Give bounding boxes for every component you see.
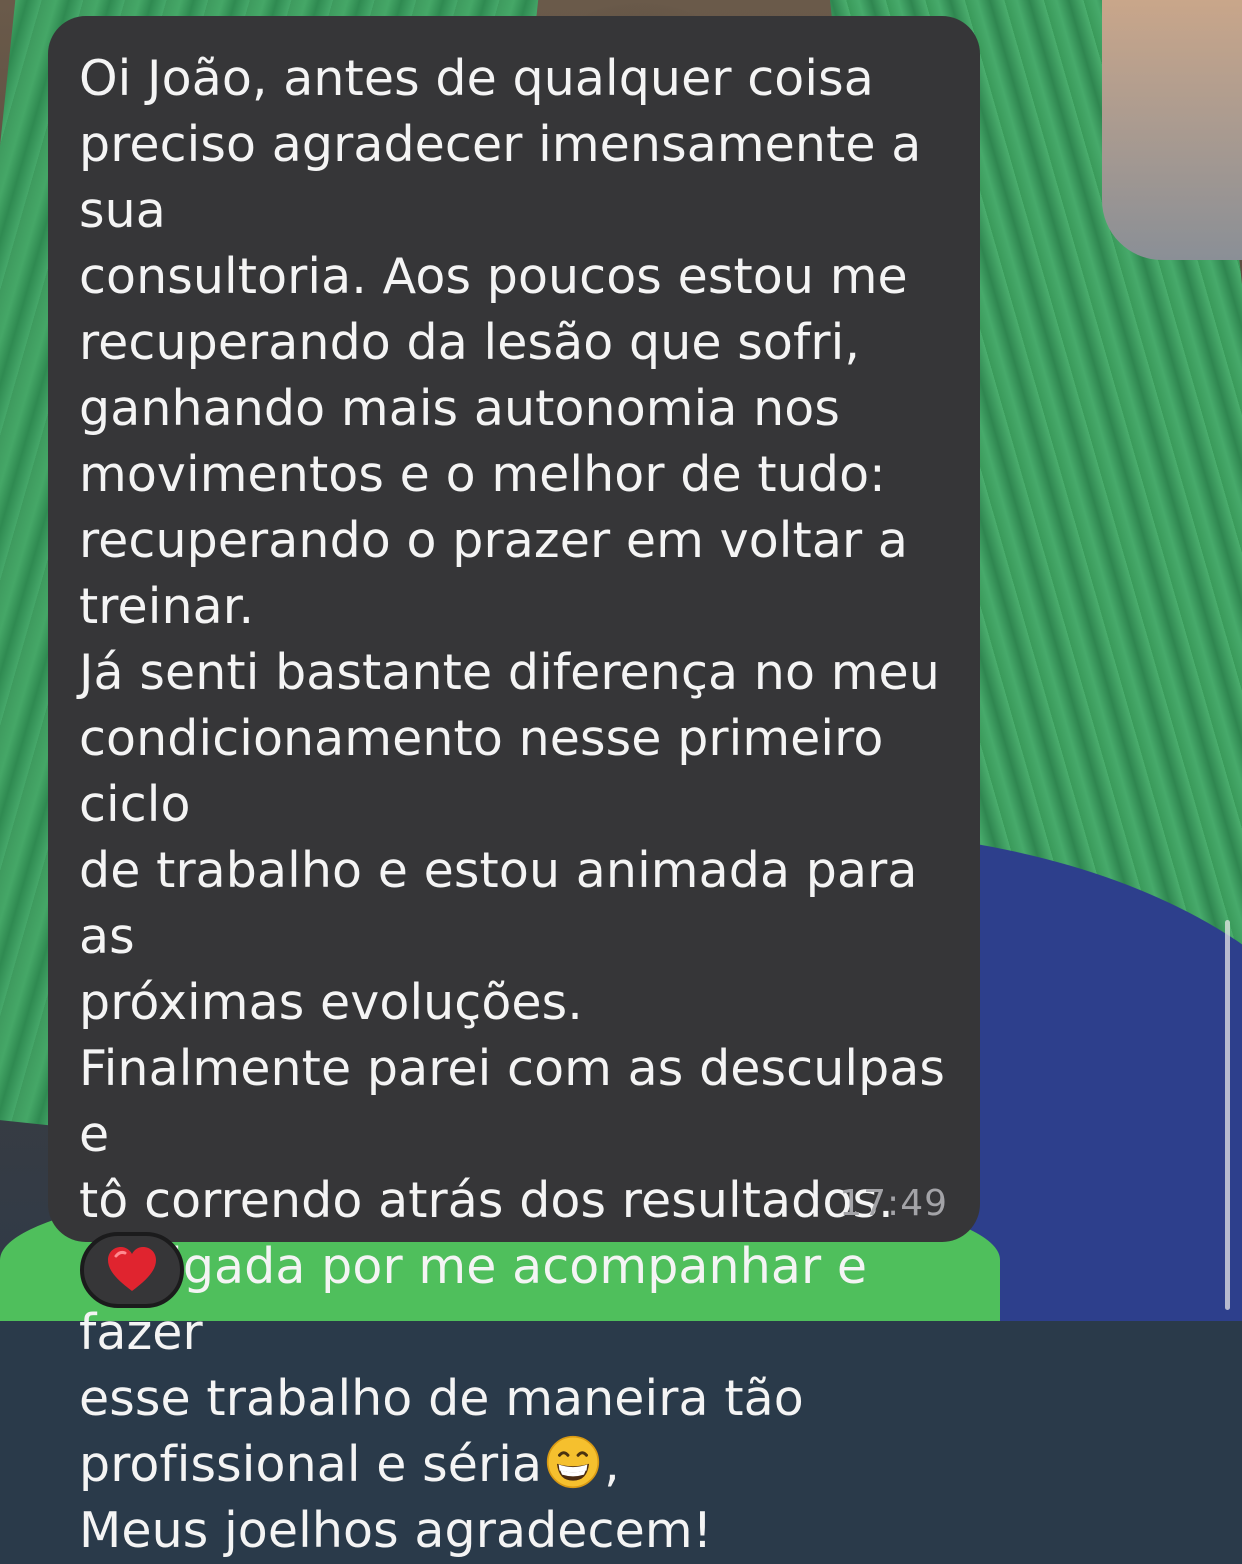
message-timestamp: 17:49 bbox=[839, 1183, 948, 1224]
message-line: condicionamento nesse primeiro ciclo bbox=[79, 710, 884, 833]
reaction-badge[interactable] bbox=[80, 1232, 184, 1308]
grinning-face-emoji-icon bbox=[546, 1435, 600, 1489]
message-line: preciso agradecer imensamente a sua bbox=[79, 116, 922, 239]
message-line: Oi João, antes de qualquer coisa bbox=[79, 50, 874, 107]
message-line: recuperando o prazer em voltar a bbox=[79, 512, 908, 569]
message-bubble[interactable]: Oi João, antes de qualquer coisa preciso… bbox=[48, 16, 980, 1559]
message-line: Meus joelhos agradecem! bbox=[79, 1502, 713, 1559]
wallpaper-background-person bbox=[1102, 0, 1242, 260]
message-line: próximas evoluções. bbox=[79, 974, 583, 1031]
message-line: recuperando da lesão que sofri, bbox=[79, 314, 860, 371]
message-line: movimentos e o melhor de tudo: bbox=[79, 446, 886, 503]
scroll-indicator[interactable] bbox=[1225, 920, 1230, 1310]
message-line: treinar. bbox=[79, 578, 255, 635]
message-line: Já senti bastante diferença no meu bbox=[79, 644, 940, 701]
message-line: profissional e séria bbox=[79, 1436, 543, 1493]
message-line: Obrigada por me acompanhar e fazer bbox=[79, 1238, 868, 1361]
message-line: consultoria. Aos poucos estou me bbox=[79, 248, 908, 305]
message-line: Finalmente parei com as desculpas e bbox=[79, 1040, 946, 1163]
red-heart-icon bbox=[108, 1247, 156, 1291]
message-line: tô correndo atrás dos resultados. bbox=[79, 1172, 894, 1229]
message-line: de trabalho e estou animada para as bbox=[79, 842, 918, 965]
message-text: Oi João, antes de qualquer coisa preciso… bbox=[79, 46, 946, 1564]
message-trailing-comma: , bbox=[604, 1436, 620, 1493]
message-line: esse trabalho de maneira tão bbox=[79, 1370, 804, 1427]
message-line: ganhando mais autonomia nos bbox=[79, 380, 840, 437]
